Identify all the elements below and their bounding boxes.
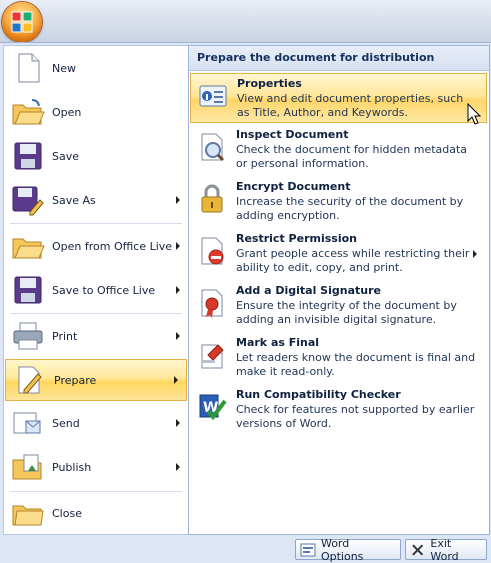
encrypt-lock-icon [201,184,223,213]
prepare-item-run-compatibility-checker[interactable]: W Run Compatibility Checker Check for fe… [190,385,487,435]
office-button[interactable] [2,2,42,42]
exit-word-button[interactable]: Exit Word [405,536,487,563]
properties-icon [199,85,227,107]
prepare-item-description: Check for features not supported by earl… [236,403,475,430]
restrict-permission-icon [201,237,224,265]
prepare-item-title: Run Compatibility Checker [236,388,401,401]
mouse-pointer-icon [467,103,481,125]
prepare-icon [18,366,42,394]
office-menu-footer: Word Options Exit Word [0,537,491,563]
menu-item-label: Save to Office Live [52,283,156,297]
menu-separator [10,223,182,224]
open-office-live-icon [12,238,45,259]
prepare-item-description: Increase the security of the document by… [236,195,464,222]
options-icon [300,543,316,556]
prepare-item-description: Check the document for hidden metadata o… [236,143,468,170]
submenu-arrow-icon [176,196,180,204]
menu-item-new[interactable]: New [4,48,188,88]
inspect-document-icon [201,133,225,162]
menu-item-open-from-office-live[interactable]: Open from Office Live [4,226,188,266]
word-options-button[interactable]: Word Options [295,536,401,563]
menu-item-label: New [52,61,76,75]
prepare-item-description: Let readers know the document is final a… [236,351,476,378]
prepare-item-title: Add a Digital Signature [236,284,381,297]
prepare-item-mark-as-final[interactable]: Mark as Final Let readers know the docum… [190,333,487,383]
submenu-arrow-icon [176,242,180,250]
printer-icon [13,322,43,350]
prepare-item-description: Grant people access while restricting th… [236,247,470,274]
submenu-header: Prepare the document for distribution [189,46,489,71]
menu-item-save-to-office-live[interactable]: Save to Office Live [4,270,188,310]
prepare-item-inspect-document[interactable]: Inspect Document Check the document for … [190,125,487,175]
word-options-label: Word Options [320,536,364,563]
prepare-item-properties[interactable]: Properties View and edit document proper… [190,73,487,123]
menu-item-open[interactable]: Open [4,92,188,132]
prepare-item-title: Encrypt Document [236,180,351,193]
menu-item-label: Save As [52,193,96,207]
prepare-item-description: View and edit document properties, such … [237,92,464,119]
submenu-arrow-icon [473,250,477,258]
submenu-arrow-icon [176,286,180,294]
menu-item-label: Send [52,416,80,430]
mark-final-icon [201,344,224,369]
prepare-item-encrypt-document[interactable]: Encrypt Document Increase the security o… [190,177,487,227]
prepare-item-description: Ensure the integrity of the document by … [236,299,457,326]
menu-item-label: Publish [52,460,92,474]
menu-separator [10,313,182,314]
prepare-item-title: Properties [237,77,302,90]
menu-separator [10,491,182,492]
send-icon [13,412,41,434]
menu-item-print[interactable]: Print [4,316,188,356]
exit-word-label: Exit Word [430,536,459,563]
menu-item-label: Print [52,329,78,343]
menu-item-publish[interactable]: Publish [4,447,188,487]
menu-item-prepare[interactable]: Prepare [5,359,187,401]
office-menu-commands: New Open Save Save As Open from Office L… [3,45,189,535]
office-logo-icon [11,11,33,33]
submenu-arrow-icon [176,419,180,427]
menu-item-label: Save [52,149,80,163]
open-folder-icon [12,99,45,125]
office-menu: New Open Save Save As Open from Office L… [0,42,491,563]
menu-item-label: Open from Office Live [52,239,173,253]
prepare-submenu: Prepare the document for distribution Pr… [188,45,490,535]
menu-item-label: Prepare [54,373,97,387]
save-as-icon [12,186,44,216]
prepare-item-title: Inspect Document [236,128,349,141]
publish-icon [12,454,42,480]
close-folder-icon [12,505,44,526]
prepare-item-restrict-permission[interactable]: Restrict Permission Grant people access … [190,229,487,279]
submenu-arrow-icon [174,376,178,384]
menu-item-save-as[interactable]: Save As [4,180,188,220]
submenu-arrow-icon [176,463,180,471]
compatibility-checker-icon: W [199,394,227,421]
menu-item-send[interactable]: Send [4,403,188,443]
menu-item-close[interactable]: Close [4,493,188,533]
prepare-item-title: Restrict Permission [236,232,357,245]
digital-signature-icon [201,289,223,318]
menu-item-label: Close [52,506,82,520]
save-office-live-icon [14,276,42,304]
save-disk-icon [14,142,42,170]
menu-item-label: Open [52,105,82,119]
exit-icon [412,544,424,555]
new-document-icon [18,53,40,83]
prepare-item-add-digital-signature[interactable]: Add a Digital Signature Ensure the integ… [190,281,487,331]
menu-item-save[interactable]: Save [4,136,188,176]
submenu-arrow-icon [176,332,180,340]
prepare-item-title: Mark as Final [236,336,320,349]
title-bar [0,0,491,42]
